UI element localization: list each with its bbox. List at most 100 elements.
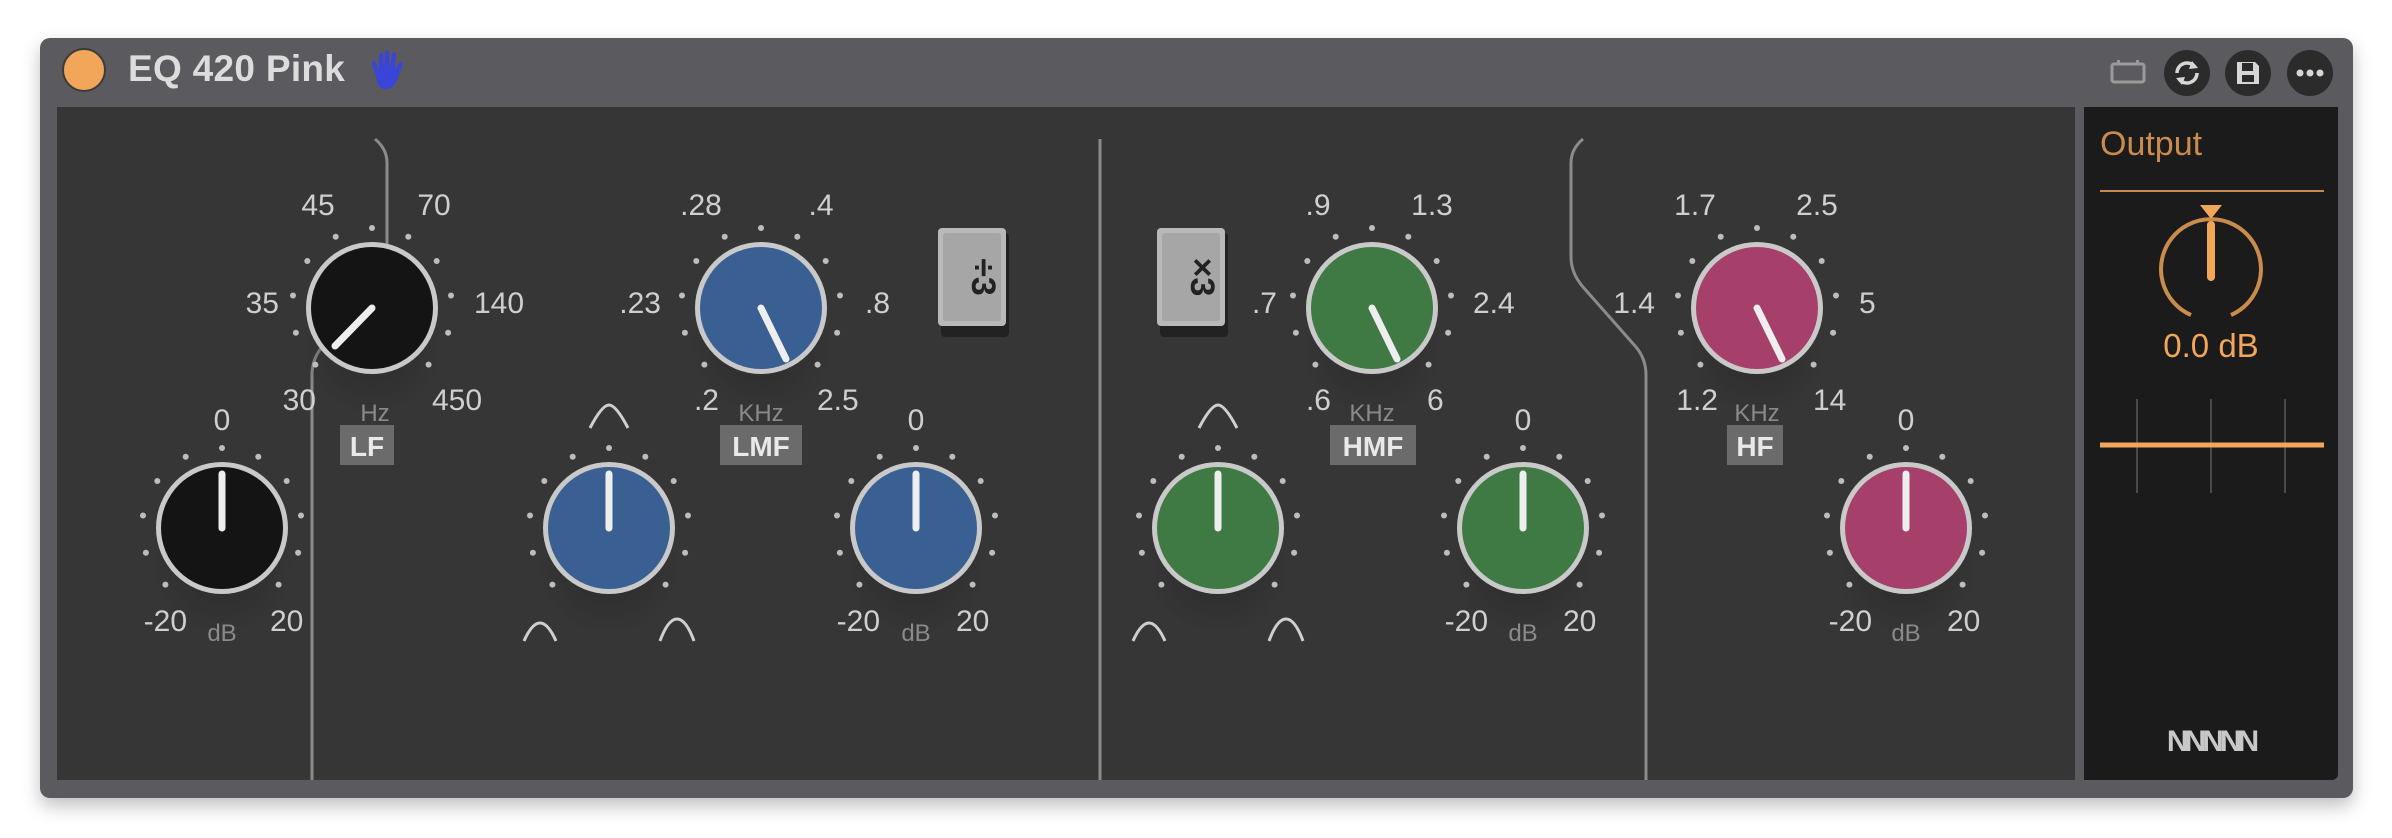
knob-tick-dot: [1445, 329, 1452, 336]
knob-tick-dot: [1833, 292, 1839, 299]
scale-label: 5: [1859, 287, 1876, 320]
knob-tick-dot: [1215, 445, 1221, 451]
knob-tick-dot: [679, 292, 685, 299]
knob-tick-dot: [1279, 478, 1286, 484]
output-meter: [2100, 399, 2324, 493]
output-section: Output 0.0 dB NNNNN: [2100, 125, 2324, 758]
knob-tick-dot: [1138, 549, 1145, 556]
output-gain-value: 0.0 dB: [2163, 327, 2258, 364]
output-panel: Output 0.0 dB NNNNN: [2084, 107, 2338, 780]
knob-tick-dot: [834, 329, 841, 336]
scale-label: 0: [908, 404, 925, 437]
unit-label: dB: [901, 620, 930, 647]
knob-tick-dot: [1677, 329, 1684, 336]
knob-tick-dot: [140, 512, 146, 519]
save-icon: [2237, 62, 2259, 84]
unit-label: Hz: [360, 400, 389, 427]
scale-label: .9: [1305, 189, 1330, 222]
knob-tick-dot: [794, 233, 801, 240]
knob-tick-dot: [304, 258, 311, 264]
knob-tick-dot: [969, 581, 976, 588]
knob-tick-dot: [1292, 329, 1299, 336]
knob-tick-dot: [1697, 361, 1704, 368]
device-power-button[interactable]: [62, 48, 106, 92]
knob-tick-dot: [569, 453, 576, 460]
knob-tick-dot: [758, 225, 764, 231]
refresh-button[interactable]: [2164, 50, 2210, 96]
knob-tick-dot: [1790, 233, 1797, 240]
scale-label: 20: [1947, 605, 1980, 638]
knob-tick-dot: [1846, 581, 1853, 588]
knob-tick-dot: [1463, 581, 1470, 588]
unit-label: dB: [1508, 620, 1537, 647]
knob-tick-dot: [529, 549, 536, 556]
knob-tick-dot: [1584, 478, 1591, 484]
scale-label: 45: [301, 189, 334, 222]
knob-tick-dot: [1290, 292, 1296, 299]
hot-swap-button[interactable]: [2105, 50, 2151, 96]
scale-label: .4: [808, 189, 833, 222]
knob-tick-dot: [1425, 361, 1432, 368]
band-tag-label: LF: [350, 431, 384, 462]
scale-label: 0: [1898, 404, 1915, 437]
eq-device: EQ 420 Pink 30 35 45 70 140 450 Hz LF 0 …: [40, 38, 2353, 798]
scale-label: 1.2: [1676, 384, 1718, 417]
scale-label: -20: [1829, 605, 1872, 638]
knob-tick-dot: [1332, 233, 1339, 240]
wide-q-icon: [1131, 621, 1167, 642]
scale-label: 70: [417, 189, 450, 222]
eq-panel: 30 35 45 70 140 450 Hz LF 0 -20 20 dB .2…: [57, 107, 2075, 780]
knob-tick-dot: [1596, 549, 1603, 556]
unit-label: KHz: [1734, 400, 1779, 427]
lf-tag: LF: [340, 425, 394, 465]
scale-label: 6: [1427, 384, 1444, 417]
knob-tick-dot: [822, 258, 829, 264]
knob-tick-dot: [721, 233, 728, 240]
knob-tick-dot: [549, 581, 556, 588]
knob-tick-dot: [292, 329, 299, 336]
scale-label: .7: [1252, 287, 1277, 320]
knob-tick-dot: [1939, 453, 1946, 460]
knob-tick-dot: [369, 225, 375, 231]
lmf-q-knob[interactable]: [527, 445, 691, 638]
knob-tick-dot: [642, 453, 649, 460]
save-button[interactable]: [2225, 50, 2271, 96]
scale-label: 30: [283, 384, 316, 417]
band-tag-label: HF: [1736, 431, 1773, 462]
knob-tick-dot: [606, 445, 612, 451]
more-options-button[interactable]: [2287, 50, 2333, 96]
scale-label: .23: [619, 287, 661, 320]
bell-q-icon: [1267, 617, 1305, 642]
knob-tick-dot: [1675, 292, 1681, 299]
knob-tick-dot: [1136, 512, 1142, 519]
brand-logo: NNNNN: [2167, 725, 2258, 758]
knob-tick-dot: [670, 478, 677, 484]
knob-tick-dot: [1599, 512, 1605, 519]
knob-tick-dot: [312, 361, 319, 368]
knob-tick-dot: [1304, 258, 1311, 264]
scale-label: 140: [474, 287, 524, 320]
knob-tick-dot: [662, 581, 669, 588]
knob-tick-dot: [1443, 549, 1450, 556]
knob-tick-dot: [298, 512, 304, 519]
device-titlebar: EQ 420 Pink: [40, 38, 2353, 102]
knob-tick-dot: [834, 512, 840, 519]
scale-label: 2.5: [817, 384, 859, 417]
output-gain-knob[interactable]: [2159, 205, 2263, 317]
knob-tick-dot: [1576, 581, 1583, 588]
scale-label: -20: [1445, 605, 1488, 638]
hand-icon: [371, 50, 403, 90]
knob-tick-dot: [290, 292, 296, 299]
hmf-range-button[interactable]: ×3: [1157, 228, 1228, 337]
scale-label: 20: [956, 605, 989, 638]
hmf-q-knob[interactable]: [1136, 445, 1300, 638]
output-title: Output: [2100, 125, 2203, 163]
knob-tick-dot: [1689, 258, 1696, 264]
knob-tick-dot: [295, 549, 302, 556]
knob-tick-dot: [1178, 453, 1185, 460]
scale-label: .8: [865, 287, 890, 320]
narrow-q-icon: [588, 403, 630, 429]
knob-tick-dot: [913, 445, 919, 451]
knob-tick-dot: [876, 453, 883, 460]
lmf-range-button[interactable]: ÷3: [938, 228, 1009, 337]
